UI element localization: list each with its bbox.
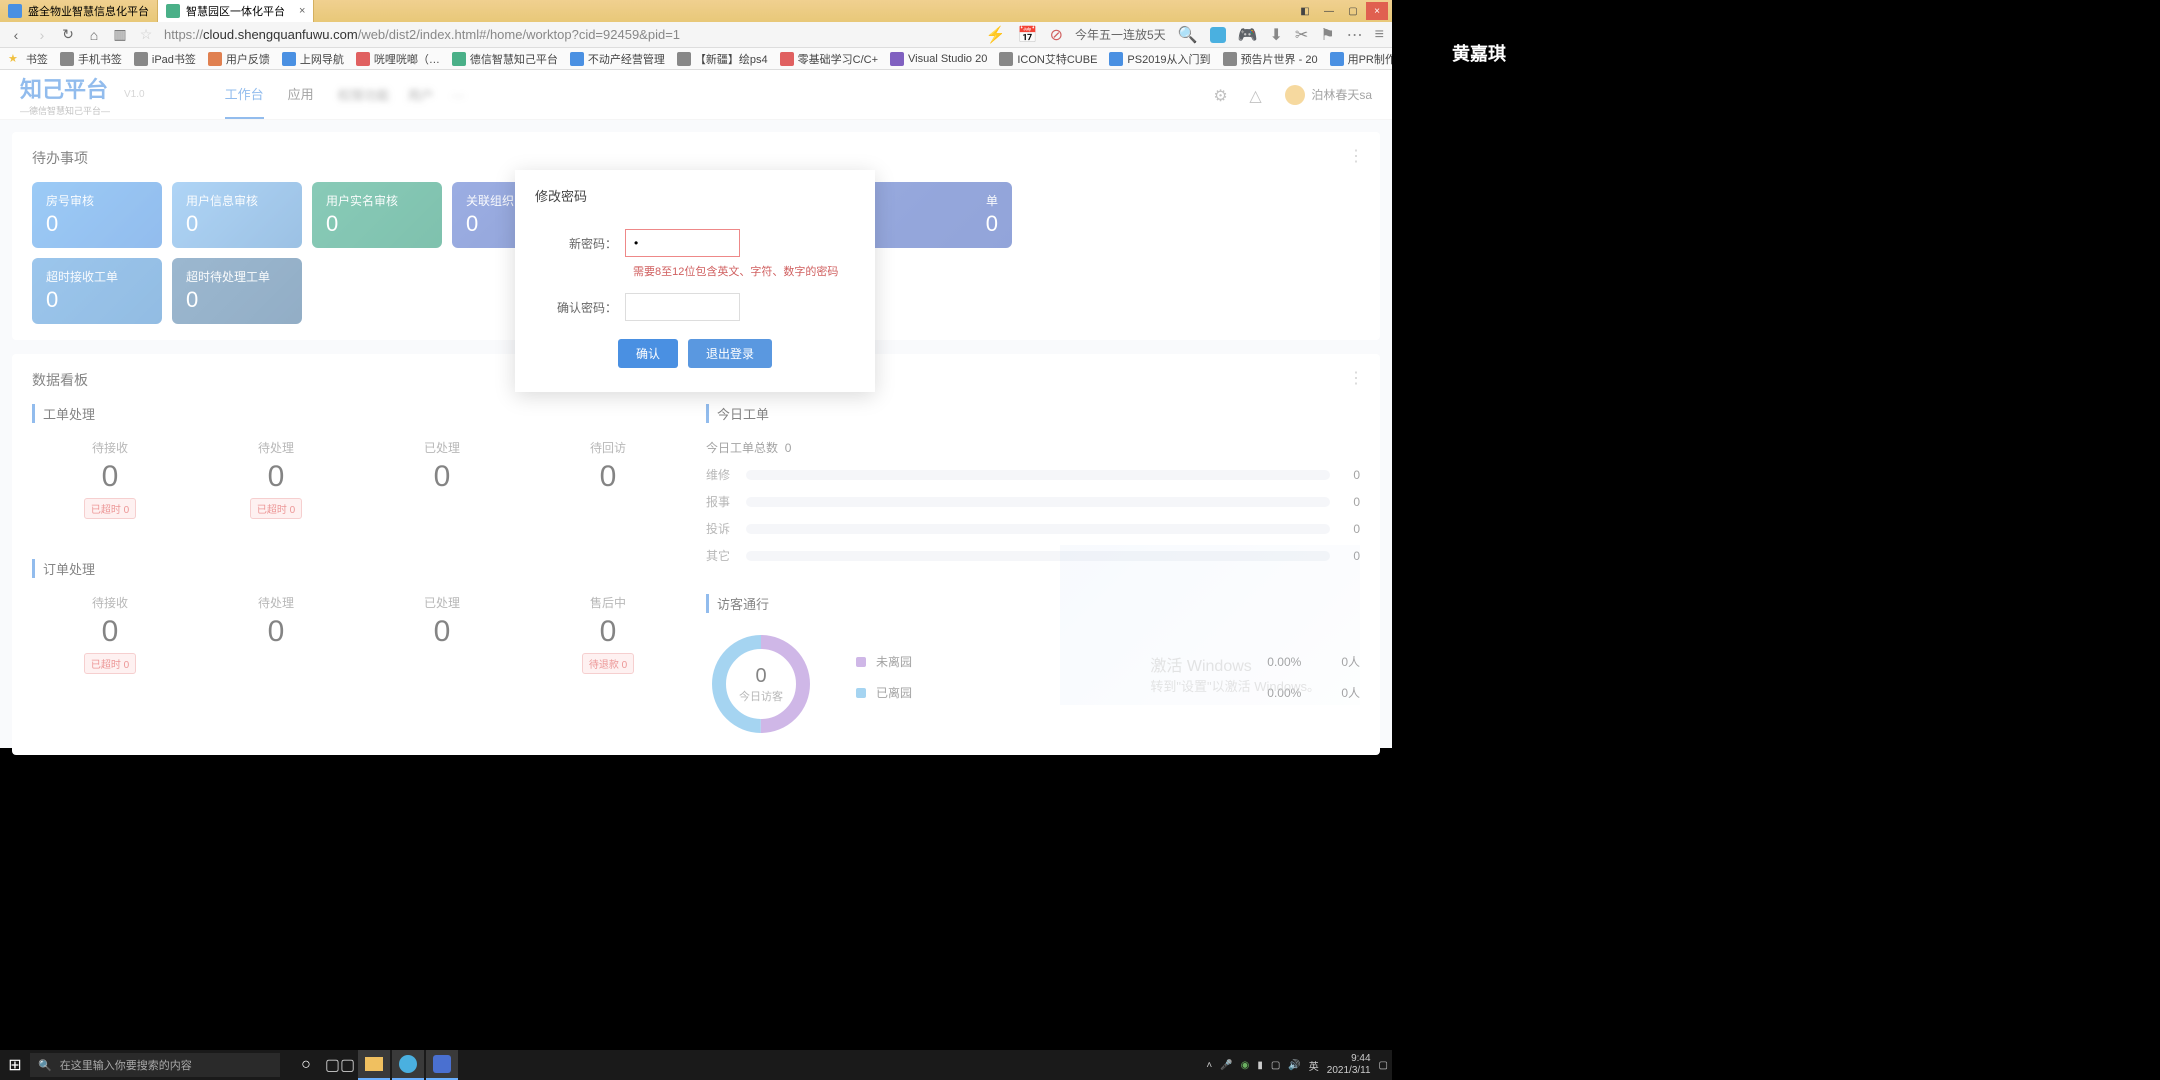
calendar-icon[interactable]: 📅 — [1018, 25, 1038, 45]
app-icon[interactable] — [426, 1050, 458, 1080]
bookmark-bar: ★ 书签 手机书签 iPad书签 用户反馈 上网导航 咣哩咣啷（… 德信智慧知己… — [0, 48, 1392, 70]
panel-icon[interactable]: ▥ — [112, 27, 128, 43]
bookmark-item[interactable]: PS2019从入门到 — [1105, 51, 1214, 67]
browser-tab-0[interactable]: 盛全物业智慧信息化平台 — [0, 0, 158, 22]
flash-icon[interactable]: ⚡ — [986, 25, 1006, 45]
bookmark-item[interactable]: 上网导航 — [278, 51, 348, 67]
bookmark-item[interactable]: 预告片世界 - 20 — [1219, 51, 1322, 67]
url-field[interactable]: https://cloud.shengquanfuwu.com/web/dist… — [164, 27, 976, 42]
skin-icon[interactable]: ◧ — [1294, 2, 1316, 20]
game-icon[interactable]: 🎮 — [1238, 25, 1258, 45]
logout-button[interactable]: 退出登录 — [688, 339, 772, 368]
tray-battery-icon[interactable]: ▮ — [1257, 1060, 1263, 1071]
confirm-password-input[interactable] — [625, 293, 740, 321]
right-panel: 黄嘉琪 — [1392, 0, 2160, 1080]
favicon-icon — [8, 4, 22, 18]
bookmark-item[interactable]: 零基础学习C/C+ — [776, 51, 882, 67]
task-view-icon[interactable]: ▢▢ — [324, 1050, 356, 1080]
scissors-icon[interactable]: ✂ — [1295, 25, 1308, 45]
confirm-button[interactable]: 确认 — [618, 339, 678, 368]
bookmark-item[interactable]: 德信智慧知己平台 — [448, 51, 562, 67]
start-button[interactable]: ⊞ — [0, 1050, 30, 1080]
favicon-icon — [166, 4, 180, 18]
address-bar: ‹ › ↻ ⌂ ▥ ☆ https://cloud.shengquanfuwu.… — [0, 22, 1392, 48]
bookmark-item[interactable]: 书签 — [22, 51, 52, 67]
bookmark-item[interactable]: 【新疆】绘ps4 — [673, 51, 772, 67]
home-icon[interactable]: ⌂ — [86, 27, 102, 43]
search-icon[interactable]: 🔍 — [1178, 25, 1198, 45]
explorer-icon[interactable] — [358, 1050, 390, 1080]
confirm-password-label: 确认密码： — [535, 299, 625, 316]
browser-tab-1[interactable]: 智慧园区一体化平台 × — [158, 0, 314, 22]
search-icon: 🔍 — [38, 1059, 52, 1072]
tray-network-icon[interactable]: ▢ — [1271, 1060, 1280, 1071]
bookmark-item[interactable]: 不动产经营管理 — [566, 51, 669, 67]
cortana-icon[interactable]: ○ — [290, 1050, 322, 1080]
close-window-icon[interactable]: × — [1366, 2, 1388, 20]
browser-tab-strip: 盛全物业智慧信息化平台 智慧园区一体化平台 × ◧ — ▢ × — [0, 0, 1392, 22]
bookmark-item[interactable]: Visual Studio 20 — [886, 52, 991, 66]
tray-icon[interactable]: 🎤 — [1220, 1060, 1232, 1071]
tray-volume-icon[interactable]: 🔊 — [1288, 1060, 1300, 1071]
taskbar-clock[interactable]: 9:44 2021/3/11 — [1327, 1053, 1371, 1077]
bookmark-item[interactable]: 咣哩咣啷（… — [352, 51, 444, 67]
windows-taskbar: ⊞ 🔍 在这里输入你要搜索的内容 ○ ▢▢ ˄ 🎤 ◉ ▮ ▢ 🔊 英 9:44… — [0, 1050, 1392, 1080]
bookmark-item[interactable]: 用户反馈 — [204, 51, 274, 67]
maximize-icon[interactable]: ▢ — [1342, 2, 1364, 20]
app-icon[interactable] — [1210, 27, 1226, 43]
star-icon[interactable]: ☆ — [138, 27, 154, 43]
reload-icon[interactable]: ↻ — [60, 27, 76, 43]
tray-lang[interactable]: 英 — [1309, 1058, 1319, 1073]
bookmark-item[interactable]: iPad书签 — [130, 51, 200, 67]
new-password-input[interactable] — [625, 229, 740, 257]
menu-icon[interactable]: ≡ — [1375, 26, 1384, 44]
bookmark-item[interactable]: 手机书签 — [56, 51, 126, 67]
notification-icon[interactable]: ▢ — [1379, 1060, 1388, 1071]
change-password-modal: 修改密码 新密码： 需要8至12位包含英文、字符、数字的密码 确认密码： 确认 … — [515, 170, 875, 392]
tray-chevron-icon[interactable]: ˄ — [1206, 1060, 1212, 1071]
taskbar-search[interactable]: 🔍 在这里输入你要搜索的内容 — [30, 1053, 280, 1077]
flag-icon[interactable]: ⚑ — [1320, 25, 1334, 45]
close-icon[interactable]: × — [299, 5, 305, 17]
news-text[interactable]: 今年五一连放5天 — [1075, 26, 1166, 43]
minimize-icon[interactable]: — — [1318, 2, 1340, 20]
tray-wechat-icon[interactable]: ◉ — [1241, 1060, 1250, 1071]
tab-title: 智慧园区一体化平台 — [186, 3, 285, 19]
more-icon[interactable]: ⋯ — [1347, 25, 1363, 45]
forward-icon[interactable]: › — [34, 27, 50, 43]
browser-icon[interactable] — [392, 1050, 424, 1080]
password-hint: 需要8至12位包含英文、字符、数字的密码 — [633, 263, 855, 279]
tab-title: 盛全物业智慧信息化平台 — [28, 3, 149, 19]
star-icon[interactable]: ★ — [8, 52, 18, 65]
download-icon[interactable]: ⬇ — [1270, 25, 1283, 45]
bookmark-item[interactable]: ICON艾特CUBE — [995, 51, 1101, 67]
presenter-name: 黄嘉琪 — [1452, 40, 1506, 66]
modal-title: 修改密码 — [535, 186, 855, 205]
back-icon[interactable]: ‹ — [8, 27, 24, 43]
search-placeholder: 在这里输入你要搜索的内容 — [60, 1057, 192, 1073]
new-password-label: 新密码： — [535, 235, 625, 252]
block-icon[interactable]: ⊘ — [1050, 25, 1063, 45]
